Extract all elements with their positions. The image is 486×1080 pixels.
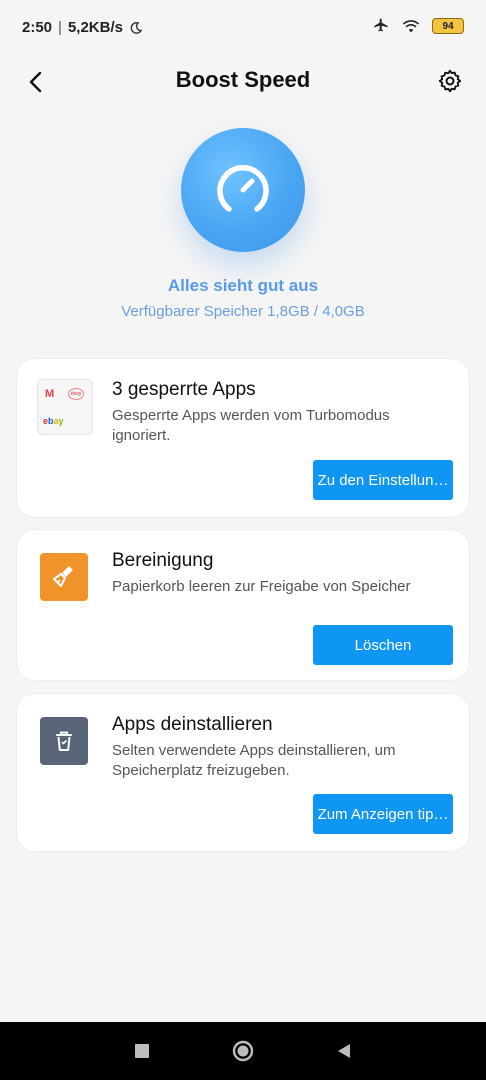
home-icon [232, 1040, 254, 1062]
boost-status-circle[interactable] [181, 128, 305, 252]
card-description: Selten verwendete Apps deinstallieren, u… [112, 742, 396, 779]
battery-icon: 94 [432, 18, 464, 34]
gear-icon [438, 69, 462, 93]
cleanup-card: Bereinigung Papierkorb leeren zur Freiga… [17, 530, 469, 680]
moon-icon [130, 21, 143, 34]
header: Boost Speed [0, 56, 486, 106]
status-bar: 2:50 | 5,2KB/s 94 [0, 0, 486, 56]
app-m-icon: M [45, 388, 55, 400]
broom-icon [40, 553, 88, 601]
settings-button[interactable] [434, 65, 466, 97]
status-title: Alles sieht gut aus [167, 276, 319, 295]
uninstall-apps-card: Apps deinstallieren Selten verwendete Ap… [17, 694, 469, 851]
locked-apps-card: M ebay ebay 3 gesperrte Apps Gesperrte A… [17, 359, 469, 517]
card-title: Apps deinstallieren [112, 714, 273, 735]
app-ebay-small-icon: ebay [68, 388, 84, 400]
home-button[interactable] [230, 1038, 256, 1064]
memory-info: Verfügbarer Speicher 1,8GB / 4,0GB [121, 303, 365, 320]
locked-apps-icon: M ebay ebay [37, 379, 93, 435]
card-description: Papierkorb leeren zur Freigabe von Speic… [112, 578, 411, 595]
card-description: Gesperrte Apps werden vom Turbomodus ign… [112, 407, 390, 444]
status-separator: | [58, 19, 62, 36]
back-triangle-icon [338, 1044, 350, 1058]
delete-button[interactable]: Löschen [313, 625, 453, 665]
wifi-icon [402, 19, 420, 32]
status-time: 2:50 [22, 19, 53, 36]
navigation-bar [0, 1022, 486, 1080]
open-settings-button[interactable]: Zu den Einstellun… [313, 460, 453, 500]
back-nav-button[interactable] [331, 1038, 357, 1064]
app-ebay-icon: ebay [43, 416, 64, 426]
view-apps-button[interactable]: Zum Anzeigen tip… [313, 794, 453, 834]
battery-level: 94 [442, 20, 454, 32]
status-right: 94 [372, 18, 464, 34]
speedometer-icon [217, 165, 269, 212]
recent-apps-button[interactable] [129, 1038, 155, 1064]
uninstall-icon [40, 717, 88, 765]
card-title: Bereinigung [112, 550, 214, 571]
card-title: 3 gesperrte Apps [112, 379, 256, 400]
airplane-icon [374, 18, 388, 32]
status-left: 2:50 | 5,2KB/s [22, 19, 143, 36]
recent-apps-icon [135, 1044, 149, 1058]
page-title: Boost Speed [175, 67, 311, 92]
network-speed: 5,2KB/s [67, 19, 123, 36]
